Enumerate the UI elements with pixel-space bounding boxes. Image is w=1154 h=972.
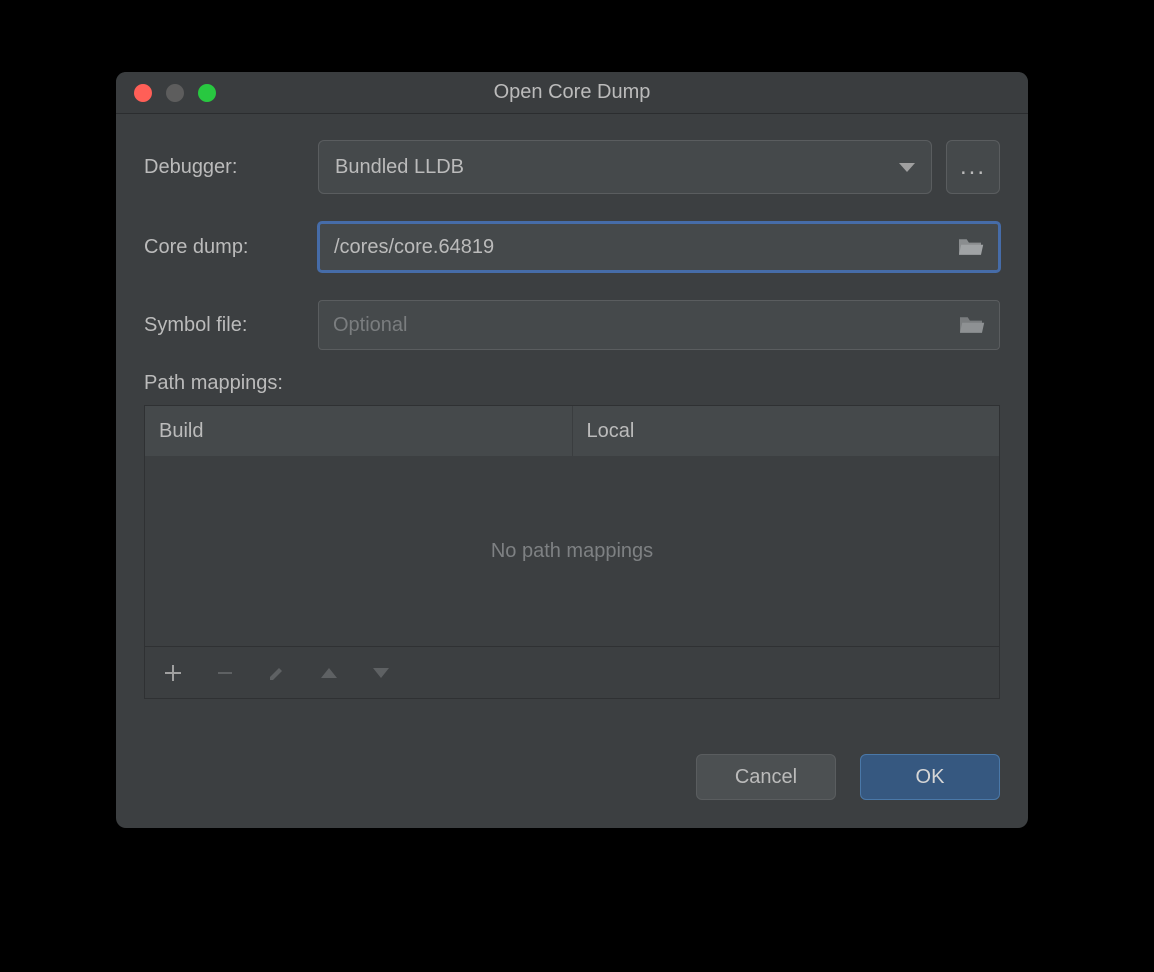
ok-button[interactable]: OK [860, 754, 1000, 800]
debugger-selected-value: Bundled LLDB [335, 156, 464, 179]
move-up-button[interactable] [315, 659, 343, 687]
core-dump-input-wrap [318, 222, 1000, 272]
edit-mapping-button[interactable] [263, 659, 291, 687]
minimize-window-icon[interactable] [166, 84, 184, 102]
browse-symbol-file-button[interactable] [957, 314, 985, 336]
path-mappings-toolbar [145, 646, 999, 698]
open-core-dump-dialog: Open Core Dump Debugger: Bundled LLDB ..… [116, 72, 1028, 828]
debugger-more-button[interactable]: ... [946, 140, 1000, 194]
window-controls [116, 84, 216, 102]
path-mappings-label: Path mappings: [144, 372, 1000, 395]
symbol-file-row: Symbol file: [144, 300, 1000, 350]
chevron-down-icon [899, 163, 915, 172]
zoom-window-icon[interactable] [198, 84, 216, 102]
move-down-button[interactable] [367, 659, 395, 687]
core-dump-row: Core dump: [144, 222, 1000, 272]
column-local[interactable]: Local [573, 406, 1000, 456]
core-dump-input[interactable] [334, 236, 946, 259]
dialog-footer: Cancel OK [116, 730, 1028, 828]
close-window-icon[interactable] [134, 84, 152, 102]
table-header: Build Local [145, 406, 999, 456]
core-dump-label: Core dump: [144, 236, 304, 259]
empty-state-text: No path mappings [491, 540, 653, 563]
debugger-label: Debugger: [144, 156, 304, 179]
browse-core-dump-button[interactable] [956, 236, 984, 258]
dialog-title: Open Core Dump [116, 81, 1028, 104]
remove-mapping-button[interactable] [211, 659, 239, 687]
symbol-file-label: Symbol file: [144, 314, 304, 337]
add-mapping-button[interactable] [159, 659, 187, 687]
debugger-select[interactable]: Bundled LLDB [318, 140, 932, 194]
table-body: No path mappings [145, 456, 999, 646]
symbol-file-input-wrap [318, 300, 1000, 350]
titlebar: Open Core Dump [116, 72, 1028, 114]
path-mappings-table: Build Local No path mappings [144, 405, 1000, 699]
debugger-row: Debugger: Bundled LLDB ... [144, 140, 1000, 194]
column-build[interactable]: Build [145, 406, 573, 456]
dialog-content: Debugger: Bundled LLDB ... Core dump: [116, 114, 1028, 730]
cancel-button-label: Cancel [735, 766, 797, 789]
ellipsis-icon: ... [960, 153, 986, 181]
ok-button-label: OK [916, 766, 945, 789]
cancel-button[interactable]: Cancel [696, 754, 836, 800]
symbol-file-input[interactable] [333, 314, 947, 337]
